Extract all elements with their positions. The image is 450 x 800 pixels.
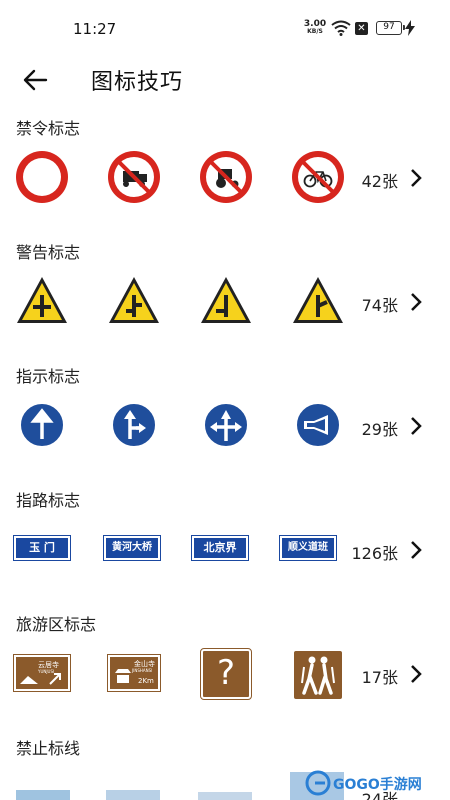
marking-thumbnail (106, 790, 160, 800)
section-title: 指示标志 (16, 367, 81, 386)
section-title: 指路标志 (16, 491, 81, 510)
left-or-right-sign-icon (203, 402, 249, 448)
watermark-logo: GOGO手游网 (305, 768, 435, 800)
chevron-right-icon[interactable] (408, 415, 424, 437)
tourist-sign-jinshan: 金山寺 JINSHANSI 2Km (107, 654, 161, 692)
section-count: 42张 (361, 172, 398, 191)
no-tractor-sign-icon (200, 151, 252, 203)
section-tourist[interactable]: 旅游区标志 云居寺 YUNJUSI 金山寺 JINSHANSI 2Km ? 17… (0, 608, 450, 718)
no-bicycle-sign-icon (292, 151, 344, 203)
section-warning[interactable]: 警告标志 74张 (0, 236, 450, 346)
status-time: 11:27 (73, 20, 117, 38)
side-road-warning-sign-icon (109, 277, 159, 323)
chevron-right-icon[interactable] (408, 167, 424, 189)
marking-thumbnail (16, 790, 70, 800)
no-truck-sign-icon (108, 151, 160, 203)
guide-sign: 顺义道班 (279, 535, 337, 561)
chevron-right-icon[interactable] (408, 663, 424, 685)
tourist-sign-information: ? (200, 648, 252, 700)
no-entry-sign-icon (16, 151, 68, 203)
notification-x-icon: ✕ (355, 22, 368, 35)
chevron-right-icon[interactable] (408, 291, 424, 313)
battery-icon: 97 (376, 21, 405, 35)
horn-sign-icon (295, 402, 341, 448)
app-header: 图标技巧 (0, 58, 450, 102)
section-title: 禁令标志 (16, 119, 81, 138)
back-arrow-icon[interactable] (20, 64, 52, 96)
hiking-sign-icon (292, 649, 344, 701)
t-junction-warning-sign-icon (201, 277, 251, 323)
marking-thumbnail (198, 792, 252, 800)
section-count: 74张 (361, 296, 398, 315)
watermark-text: GOGO手游网 (333, 777, 422, 793)
chevron-right-icon[interactable] (408, 539, 424, 561)
section-title: 警告标志 (16, 243, 81, 262)
section-title: 禁止标线 (16, 739, 81, 758)
tourist-sign-temple: 云居寺 YUNJUSI (13, 654, 71, 692)
straight-or-right-sign-icon (111, 402, 157, 448)
side-junction-warning-sign-icon (293, 277, 343, 323)
watermark-icon (305, 770, 331, 796)
section-guide[interactable]: 指路标志 玉 门 黄河大桥 北京界 顺义道班 126张 (0, 484, 450, 594)
guide-sign: 黄河大桥 (103, 535, 161, 561)
section-prohibition[interactable]: 禁令标志 42张 (0, 112, 450, 222)
guide-sign: 玉 门 (13, 535, 71, 561)
network-speed: 3.00 KB/S (303, 19, 327, 36)
crossroad-warning-sign-icon (17, 277, 67, 323)
guide-sign: 北京界 (191, 535, 249, 561)
section-count: 126张 (351, 544, 398, 563)
section-count: 17张 (361, 668, 398, 687)
section-title: 旅游区标志 (16, 615, 97, 634)
wifi-icon (331, 20, 351, 36)
section-instruction[interactable]: 指示标志 29张 (0, 360, 450, 470)
charging-icon (405, 20, 415, 36)
section-count: 29张 (361, 420, 398, 439)
status-bar: 11:27 3.00 KB/S ✕ 97 (0, 0, 450, 58)
page-title: 图标技巧 (91, 70, 184, 95)
straight-ahead-sign-icon (19, 402, 65, 448)
